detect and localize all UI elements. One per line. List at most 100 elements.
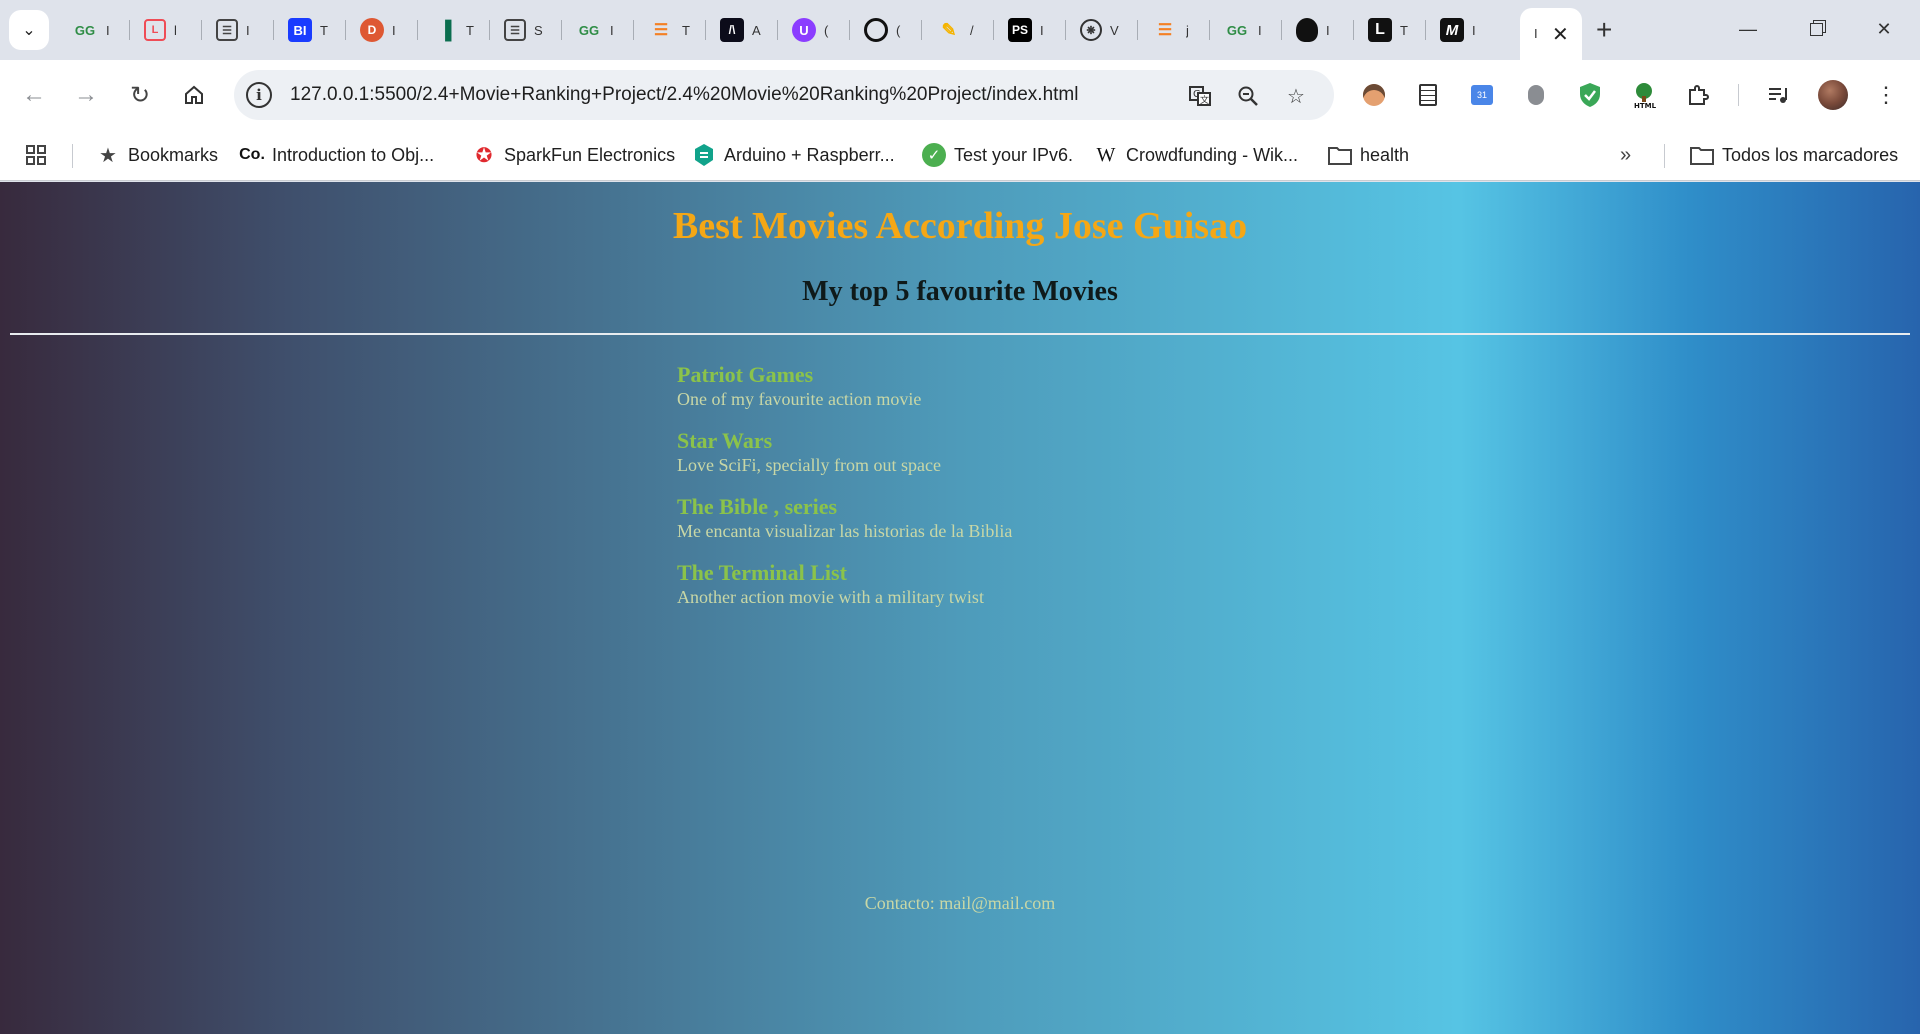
html-tree-extension-icon[interactable]: HTML [1628, 79, 1660, 111]
bookmark-item-bookmarks[interactable]: ★ Bookmarks [96, 141, 218, 169]
reload-icon: ↻ [129, 81, 151, 109]
stackoverflow-icon: ☰ [1157, 22, 1173, 39]
extension-face-icon[interactable] [1358, 79, 1390, 111]
more-bookmarks-chevron-icon[interactable]: » [1620, 141, 1631, 169]
bookmark-star-icon[interactable]: ☆ [1282, 82, 1310, 110]
toolbar: ← → ↻ i 127.0.0.1:5500/2.4+Movie+Ranking… [0, 60, 1920, 130]
tab-active[interactable]: I ✕ [1520, 8, 1582, 60]
tab-1[interactable]: L l [130, 10, 202, 50]
movie-title: The Terminal List [677, 560, 847, 585]
tab-0[interactable]: GG I [58, 10, 130, 50]
tab-8[interactable]: ☰ T [634, 10, 706, 50]
star-icon: ★ [99, 144, 117, 167]
bi-icon: BI [288, 18, 312, 42]
chevron-down-icon: ⌄ [22, 22, 36, 39]
m-icon: M [1440, 18, 1464, 42]
new-tab-button[interactable]: + [1596, 14, 1612, 46]
tab-17[interactable]: I [1282, 10, 1354, 50]
page-title: Best Movies According Jose Guisao [672, 205, 1248, 247]
code-icon: /\ [720, 18, 744, 42]
menu-kebab-icon[interactable]: ⋮ [1870, 79, 1902, 111]
minimize-button[interactable]: — [1728, 12, 1768, 46]
tab-5[interactable]: ▐ T [418, 10, 490, 50]
address-bar[interactable]: i 127.0.0.1:5500/2.4+Movie+Ranking+Proje… [234, 70, 1334, 120]
contact-label: Contacto: [864, 893, 935, 913]
tab-16[interactable]: GG I [1210, 10, 1282, 50]
chart-icon: ▐ [438, 19, 452, 40]
bookmark-item-arduino[interactable]: Arduino + Raspberr... [692, 141, 895, 169]
movie-item: The Terminal List Another action movie w… [677, 560, 984, 608]
forward-button[interactable]: → [66, 75, 106, 115]
tab-12[interactable]: ✎ / [922, 10, 994, 50]
bookmark-item-ipv6[interactable]: ✓ Test your IPv6. [922, 141, 1073, 169]
bookmarks-divider-right [1664, 144, 1665, 168]
geeksforgeeks-icon: GG [74, 22, 96, 38]
site-info-icon[interactable]: i [246, 82, 272, 108]
tab-19[interactable]: M I [1426, 10, 1498, 50]
shield-icon [692, 143, 716, 167]
tab-2[interactable]: ☰ I [202, 10, 274, 50]
zoom-icon[interactable] [1234, 82, 1262, 110]
tab-3[interactable]: BI T [274, 10, 346, 50]
stackoverflow-icon: ☰ [653, 22, 669, 39]
movie-description: Love SciFi, specially from out space [677, 455, 941, 475]
url-text[interactable]: 127.0.0.1:5500/2.4+Movie+Ranking+Project… [290, 84, 1078, 106]
tab-11[interactable]: ( [850, 10, 922, 50]
wikipedia-icon: W [1096, 143, 1116, 166]
laravel-icon: L [144, 19, 166, 41]
translate-icon[interactable]: G文 [1186, 82, 1214, 110]
extensions-puzzle-icon[interactable] [1682, 79, 1714, 111]
github-icon [864, 18, 888, 42]
tab-10[interactable]: U ( [778, 10, 850, 50]
contact-email: mail@mail.com [939, 893, 1056, 913]
back-button[interactable]: ← [14, 75, 54, 115]
sparkfun-icon: ✪ [475, 144, 493, 167]
reload-button[interactable]: ↻ [120, 75, 160, 115]
all-bookmarks-folder[interactable]: Todos los marcadores [1690, 141, 1898, 169]
bookmarks-divider [72, 144, 73, 168]
movie-item: The Bible , series Me encanta visualizar… [677, 494, 1012, 542]
check-icon: ✓ [922, 143, 946, 167]
bookmark-folder-health[interactable]: health [1328, 141, 1409, 169]
page-subtitle: My top 5 favourite Movies [802, 276, 1118, 307]
head-icon [1296, 18, 1318, 42]
restore-icon [1809, 22, 1823, 36]
arrow-right-icon: → [74, 81, 98, 108]
bookmark-item-wikipedia[interactable]: W Crowdfunding - Wik... [1094, 141, 1299, 169]
svg-text:文: 文 [1200, 94, 1209, 106]
duckduckgo-icon: D [360, 18, 384, 42]
media-queue-icon[interactable] [1762, 79, 1794, 111]
bookmarks-bar: ★ Bookmarks Co. Introduction to Obj... ✪… [0, 130, 1920, 181]
web-page: Best Movies According Jose Guisao My top… [0, 182, 1920, 1034]
svg-text:HTML: HTML [1634, 102, 1657, 109]
apps-grid-icon[interactable] [24, 141, 48, 169]
tab-18[interactable]: L T [1354, 10, 1426, 50]
tab-14[interactable]: ❋ V [1066, 10, 1138, 50]
close-window-button[interactable]: ✕ [1864, 12, 1904, 46]
geeksforgeeks-icon: GG [578, 22, 600, 38]
divider [10, 333, 1910, 335]
bug-extension-icon[interactable] [1520, 79, 1552, 111]
close-tab-icon[interactable]: ✕ [1552, 22, 1569, 47]
tab-13[interactable]: PS I [994, 10, 1066, 50]
tab-9[interactable]: /\ A [706, 10, 778, 50]
calendar-extension-icon[interactable]: 31 [1466, 79, 1498, 111]
folder-icon [1328, 143, 1352, 167]
bookmark-item-coursera[interactable]: Co. Introduction to Obj... [239, 141, 434, 169]
home-button[interactable] [174, 75, 214, 115]
tab-6[interactable]: ☰ S [490, 10, 562, 50]
tab-15[interactable]: ☰ j [1138, 10, 1210, 50]
profile-avatar[interactable] [1818, 80, 1848, 110]
tab-4[interactable]: D I [346, 10, 418, 50]
u-icon: U [792, 18, 816, 42]
movie-item: Patriot Games One of my favourite action… [677, 362, 921, 410]
movie-description: Me encanta visualizar las historias de l… [677, 521, 1013, 541]
tab-search-button[interactable]: ⌄ [9, 10, 49, 50]
tab-7[interactable]: GG I [562, 10, 634, 50]
ps-icon: PS [1008, 18, 1032, 42]
restore-button[interactable] [1796, 12, 1836, 46]
movie-title: Star Wars [677, 428, 773, 453]
shield-extension-icon[interactable] [1574, 79, 1606, 111]
bookmark-item-sparkfun[interactable]: ✪ SparkFun Electronics [472, 141, 675, 169]
document-extension-icon[interactable] [1412, 79, 1444, 111]
